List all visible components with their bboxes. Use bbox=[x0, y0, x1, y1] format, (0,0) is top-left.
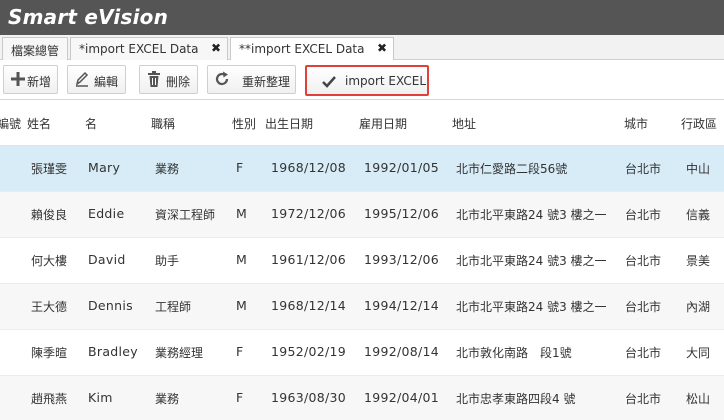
tab-label: 檔案總管 bbox=[11, 44, 60, 58]
reorganize-label: 重新整理 bbox=[242, 75, 291, 89]
close-icon[interactable]: ✖ bbox=[211, 41, 221, 55]
column-header-birth-date[interactable]: 出生日期 bbox=[265, 115, 313, 132]
cell-district: 中山 bbox=[686, 162, 711, 176]
cell-birth-date: 1961/12/06 bbox=[271, 252, 347, 267]
table-row[interactable]: 何大樓 David 助手 M 1961/12/06 1993/12/06 北市北平東路24 … bbox=[0, 238, 724, 284]
cell-birth-date: 1963/08/30 bbox=[271, 390, 347, 405]
cell-first-name: Dennis bbox=[88, 298, 133, 313]
cell-hire-date: 1995/12/06 bbox=[364, 206, 440, 221]
import-excel-button[interactable]: import EXCEL bbox=[305, 65, 429, 96]
cell-address: 北市忠孝東路四段4 號 bbox=[456, 392, 576, 406]
toolbar: 新增 編輯 刪除 重新整理 import EXCEL bbox=[0, 60, 724, 100]
cell-title: 業務經理 bbox=[155, 346, 204, 360]
cell-hire-date: 1994/12/14 bbox=[364, 298, 440, 313]
tab-import-excel-data-1[interactable]: *import EXCEL Data ✖ bbox=[70, 37, 228, 60]
cell-title: 助手 bbox=[155, 254, 180, 268]
table-row[interactable]: 張瑾雯 Mary 業務 F 1968/12/08 1992/01/05 北市仁愛路二段56號… bbox=[0, 146, 724, 192]
cell-name: 趙飛燕 bbox=[31, 392, 68, 406]
cell-gender: F bbox=[236, 160, 244, 175]
close-icon[interactable]: ✖ bbox=[377, 41, 387, 55]
cell-birth-date: 1972/12/06 bbox=[271, 206, 347, 221]
cell-name: 張瑾雯 bbox=[31, 162, 68, 176]
cell-address: 北市敦化南路 段1號 bbox=[456, 346, 572, 360]
cell-birth-date: 1952/02/19 bbox=[271, 344, 347, 359]
cell-address: 北市北平東路24 號3 樓之一 bbox=[456, 254, 607, 268]
cell-gender: F bbox=[236, 390, 244, 405]
column-header-title[interactable]: 職稱 bbox=[151, 115, 175, 132]
cell-city: 台北市 bbox=[625, 162, 662, 176]
cell-district: 大同 bbox=[686, 346, 711, 360]
tab-label: *import EXCEL Data bbox=[79, 42, 199, 56]
cell-city: 台北市 bbox=[625, 208, 662, 222]
tab-strip: 檔案總管 *import EXCEL Data ✖ **import EXCEL… bbox=[0, 35, 724, 61]
cell-district: 景美 bbox=[686, 254, 711, 268]
column-header-first-name[interactable]: 名 bbox=[85, 115, 97, 132]
cell-birth-date: 1968/12/08 bbox=[271, 160, 347, 175]
column-header-hire-date[interactable]: 雇用日期 bbox=[359, 115, 407, 132]
app-title: Smart eVision bbox=[8, 5, 169, 29]
cell-name: 陳季暄 bbox=[31, 346, 68, 360]
cell-city: 台北市 bbox=[625, 300, 662, 314]
delete-label: 刪除 bbox=[166, 75, 191, 89]
cell-gender: M bbox=[236, 252, 248, 267]
edit-button[interactable]: 編輯 bbox=[67, 65, 126, 94]
cell-first-name: Mary bbox=[88, 160, 121, 175]
cell-address: 北市仁愛路二段56號 bbox=[456, 162, 568, 176]
column-header-city[interactable]: 城市 bbox=[624, 115, 648, 132]
cell-first-name: Kim bbox=[88, 390, 113, 405]
table-row[interactable]: 王大德 Dennis 工程師 M 1968/12/14 1994/12/14 北市北平東路2… bbox=[0, 284, 724, 330]
column-header-name[interactable]: 姓名 bbox=[27, 115, 51, 132]
cell-district: 內湖 bbox=[686, 300, 711, 314]
cell-title: 業務 bbox=[155, 162, 180, 176]
tab-label: **import EXCEL Data bbox=[239, 42, 365, 56]
cell-city: 台北市 bbox=[625, 254, 662, 268]
cell-district: 信義 bbox=[686, 208, 711, 222]
cell-gender: F bbox=[236, 344, 244, 359]
add-button[interactable]: 新增 bbox=[3, 65, 58, 94]
reorganize-button[interactable]: 重新整理 bbox=[207, 65, 296, 94]
trash-icon bbox=[148, 71, 160, 87]
cell-district: 松山 bbox=[686, 392, 711, 406]
tab-file-explorer[interactable]: 檔案總管 bbox=[2, 37, 68, 60]
table-row[interactable]: 賴俊良 Eddie 資深工程師 M 1972/12/06 1995/12/06 北市北平東路… bbox=[0, 192, 724, 238]
refresh-icon bbox=[215, 71, 229, 86]
plus-icon bbox=[11, 72, 25, 86]
title-bar: Smart eVision bbox=[0, 0, 724, 35]
table-header: 編號 姓名 名 職稱 性別 出生日期 雇用日期 地址 城市 行政區 bbox=[0, 100, 724, 146]
cell-gender: M bbox=[236, 206, 248, 221]
cell-first-name: David bbox=[88, 252, 126, 267]
cell-title: 業務 bbox=[155, 392, 180, 406]
cell-name: 何大樓 bbox=[31, 254, 68, 268]
cell-name: 賴俊良 bbox=[31, 208, 68, 222]
cell-city: 台北市 bbox=[625, 392, 662, 406]
add-label: 新增 bbox=[27, 75, 52, 89]
cell-birth-date: 1968/12/14 bbox=[271, 298, 347, 313]
cell-gender: M bbox=[236, 298, 248, 313]
pencil-icon bbox=[75, 71, 89, 87]
cell-hire-date: 1992/04/01 bbox=[364, 390, 440, 405]
cell-hire-date: 1992/01/05 bbox=[364, 160, 440, 175]
column-header-gender[interactable]: 性別 bbox=[232, 115, 256, 132]
cell-first-name: Bradley bbox=[88, 344, 138, 359]
cell-address: 北市北平東路24 號3 樓之一 bbox=[456, 208, 607, 222]
cell-address: 北市北平東路24 號3 樓之一 bbox=[456, 300, 607, 314]
tab-import-excel-data-2[interactable]: **import EXCEL Data ✖ bbox=[230, 37, 394, 61]
column-header-district[interactable]: 行政區 bbox=[681, 115, 717, 132]
edit-label: 編輯 bbox=[94, 75, 119, 89]
checkmark-icon bbox=[322, 76, 336, 88]
cell-city: 台北市 bbox=[625, 346, 662, 360]
cell-first-name: Eddie bbox=[88, 206, 125, 221]
cell-hire-date: 1993/12/06 bbox=[364, 252, 440, 267]
cell-hire-date: 1992/08/14 bbox=[364, 344, 440, 359]
delete-button[interactable]: 刪除 bbox=[139, 65, 198, 94]
cell-title: 資深工程師 bbox=[155, 208, 216, 222]
cell-name: 王大德 bbox=[31, 300, 68, 314]
column-header-id[interactable]: 編號 bbox=[0, 115, 21, 132]
column-header-address[interactable]: 地址 bbox=[452, 115, 476, 132]
table-row[interactable]: 陳季暄 Bradley 業務經理 F 1952/02/19 1992/08/14 北市敦化南… bbox=[0, 330, 724, 376]
import-excel-label: import EXCEL bbox=[345, 74, 427, 88]
table-row[interactable]: 趙飛燕 Kim 業務 F 1963/08/30 1992/04/01 北市忠孝東路四段4 號… bbox=[0, 376, 724, 420]
cell-title: 工程師 bbox=[155, 300, 192, 314]
